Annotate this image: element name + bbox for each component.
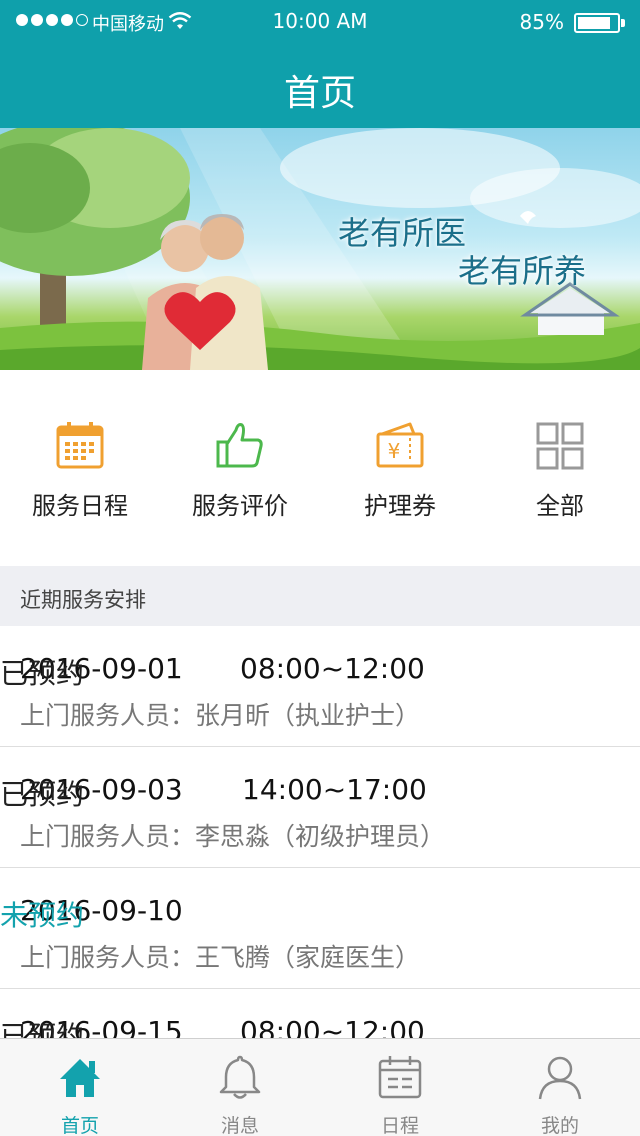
schedule-staff: 上门服务人员：王飞腾（家庭医生） bbox=[20, 943, 421, 972]
bell-icon bbox=[219, 1055, 261, 1099]
schedule-status: 已预约 bbox=[0, 657, 85, 690]
home-icon bbox=[60, 1059, 100, 1097]
user-icon bbox=[538, 1056, 582, 1100]
tab-label: 我的 bbox=[540, 1115, 579, 1136]
calendar-icon bbox=[378, 1056, 422, 1099]
tab-label: 消息 bbox=[220, 1115, 259, 1136]
section-header: 近期服务安排 bbox=[0, 566, 640, 626]
schedule-row[interactable]: 2016-09-01 08:00~12:00 已预约 上门服务人员：张月昕（执业… bbox=[0, 626, 640, 747]
schedule-list: 2016-09-01 08:00~12:00 已预约 上门服务人员：张月昕（执业… bbox=[0, 626, 640, 1038]
menu-item-service-schedule[interactable]: 服务日程 bbox=[0, 370, 160, 566]
menu-label: 护理券 bbox=[364, 492, 436, 520]
battery-percent: 85% bbox=[519, 10, 564, 34]
top-bar: 中国移动 10:00 AM 85% 首页 bbox=[0, 0, 640, 128]
promo-banner[interactable]: 老有所医 老有所养 bbox=[0, 128, 640, 370]
schedule-row[interactable]: 2016-09-03 14:00~17:00 已预约 上门服务人员：李思淼（初级… bbox=[0, 747, 640, 868]
quick-menu: 服务日程 服务评价 ¥ 护理券 全部 bbox=[0, 370, 640, 566]
schedule-staff: 上门服务人员：张月昕（执业护士） bbox=[20, 701, 421, 730]
thumbs-up-icon bbox=[216, 423, 263, 468]
status-bar: 中国移动 10:00 AM 85% bbox=[0, 0, 640, 44]
schedule-status: 已预约 bbox=[0, 778, 85, 811]
banner-slogan-2: 老有所养 bbox=[458, 252, 587, 290]
grid-icon bbox=[536, 422, 584, 470]
menu-item-all[interactable]: 全部 bbox=[480, 370, 640, 566]
page-title: 首页 bbox=[283, 73, 356, 114]
battery-icon bbox=[574, 13, 620, 33]
menu-label: 服务评价 bbox=[192, 492, 288, 520]
section-title: 近期服务安排 bbox=[20, 588, 146, 612]
tab-schedule[interactable]: 日程 bbox=[320, 1039, 480, 1136]
tab-home[interactable]: 首页 bbox=[0, 1039, 160, 1136]
banner-slogan-1: 老有所医 bbox=[338, 214, 467, 252]
schedule-row[interactable]: 2016-09-10 未预约 上门服务人员：王飞腾（家庭医生） bbox=[0, 868, 640, 989]
svg-text:¥: ¥ bbox=[388, 439, 401, 463]
schedule-staff: 上门服务人员：李思淼（初级护理员） bbox=[20, 822, 446, 851]
schedule-row[interactable]: 2016-09-15 08:00~12:00 已预约 bbox=[0, 989, 640, 1038]
voucher-icon: ¥ bbox=[376, 422, 424, 468]
menu-item-care-voucher[interactable]: ¥ 护理券 bbox=[320, 370, 480, 566]
tab-me[interactable]: 我的 bbox=[480, 1039, 640, 1136]
menu-item-service-review[interactable]: 服务评价 bbox=[160, 370, 320, 566]
menu-label: 全部 bbox=[536, 492, 584, 520]
schedule-status: 已预约 bbox=[0, 1020, 85, 1038]
menu-label: 服务日程 bbox=[32, 492, 128, 520]
tab-label: 首页 bbox=[60, 1115, 99, 1136]
tab-messages[interactable]: 消息 bbox=[160, 1039, 320, 1136]
calendar-icon bbox=[56, 422, 104, 469]
schedule-status: 未预约 bbox=[0, 899, 85, 932]
tab-bar: 首页 消息 日程 我的 bbox=[0, 1038, 640, 1136]
tab-label: 日程 bbox=[380, 1115, 419, 1136]
